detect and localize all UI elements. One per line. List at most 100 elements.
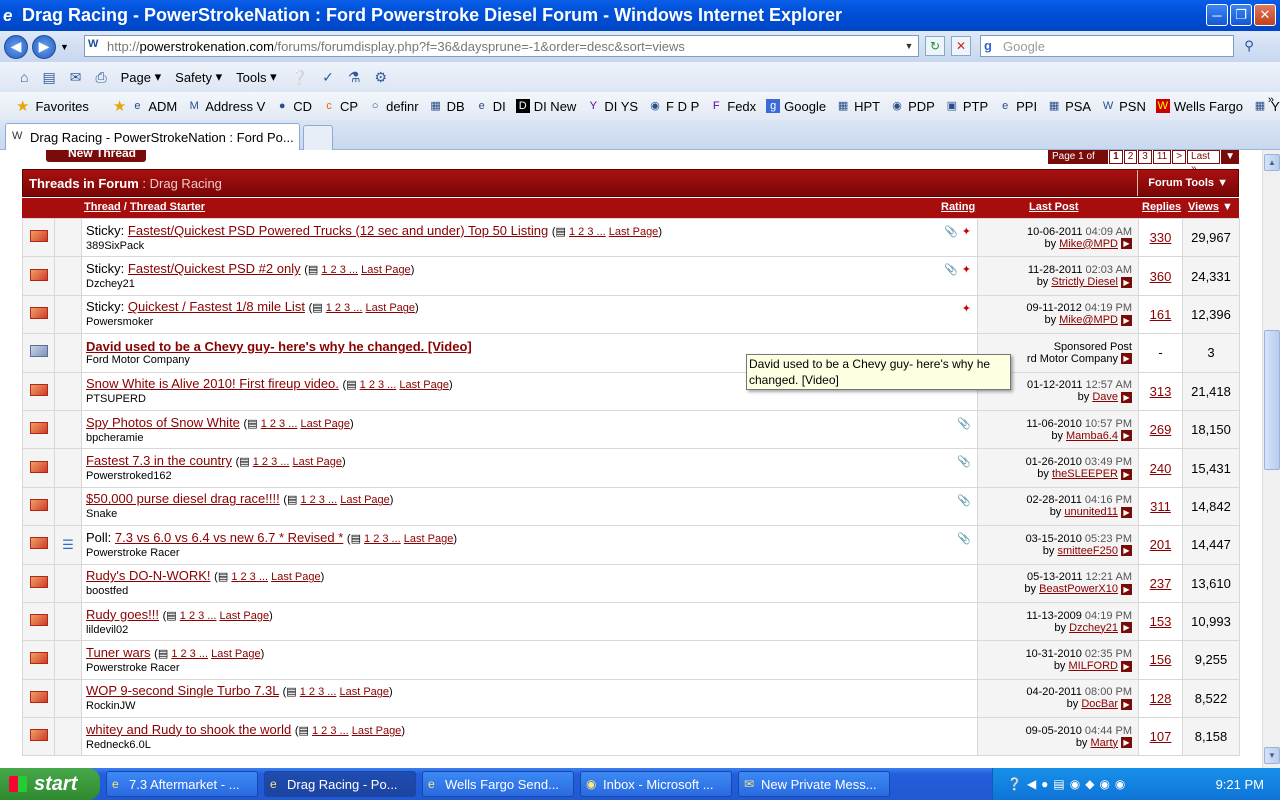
scroll-up-icon[interactable]: ▲ [1264,154,1280,171]
go-to-last-post-icon[interactable]: ▶ [1121,622,1132,634]
back-button[interactable]: ◀ [4,34,28,59]
thread-last-page-link[interactable]: Last Page [300,418,350,430]
last-post-user[interactable]: DocBar [1081,698,1118,710]
search-icon[interactable]: ⚲ [1238,36,1260,56]
favorite-link-fedx[interactable]: F Fedx [709,99,756,114]
reply-count[interactable]: 330 [1150,230,1172,245]
taskbar-item-drag-racing[interactable]: e Drag Racing - Po... [264,771,416,797]
taskbar-item-private-message[interactable]: ✉ New Private Mess... [738,771,890,797]
go-to-last-post-icon[interactable]: ▶ [1121,430,1132,442]
reply-count[interactable]: 313 [1150,384,1172,399]
thread-page-links[interactable]: 1 2 3 ... [253,456,290,468]
thread-starter[interactable]: RockinJW [86,700,977,713]
favorite-link-di-new[interactable]: D DI New [515,99,576,114]
favorite-link-yv[interactable]: ▦YV [1253,99,1280,114]
reply-count[interactable]: 240 [1150,461,1172,476]
scroll-down-icon[interactable]: ▼ [1264,747,1280,764]
page-link-11[interactable]: 11 [1152,150,1172,164]
spellcheck-icon[interactable]: ✓ [322,69,334,86]
search-input[interactable]: g Google [980,35,1234,57]
go-to-last-post-icon[interactable]: ▶ [1121,468,1132,480]
history-dropdown-icon[interactable]: ▼ [60,42,69,52]
maximize-button[interactable]: ❐ [1230,4,1252,26]
thread-last-page-link[interactable]: Last Page [404,533,454,545]
last-post-user[interactable]: BeastPowerX10 [1039,583,1118,595]
thread-page-links[interactable]: 1 2 3 ... [171,648,208,660]
last-post-user[interactable]: Mike@MPD [1059,314,1118,326]
favorite-link-adm[interactable]: e ADM [130,99,177,114]
thread-starter[interactable]: 389SixPack [86,240,977,253]
research-icon[interactable]: ⚗ [348,69,361,86]
thread-starter[interactable]: Dzchey21 [86,278,977,291]
taskbar-item-wells-fargo[interactable]: e Wells Fargo Send... [422,771,574,797]
last-post-user[interactable]: Strictly Diesel [1051,276,1118,288]
help-icon[interactable]: ❔ [291,69,308,86]
favorite-link-wells-fargo[interactable]: W Wells Fargo [1155,99,1243,114]
thread-last-page-link[interactable]: Last Page [399,379,449,391]
thread-last-page-link[interactable]: Last Page [220,610,270,622]
thread-starter[interactable]: bpcheramie [86,432,977,445]
thread-title-link[interactable]: Fastest/Quickest PSD Powered Trucks (12 … [128,223,548,238]
favorite-link-cd[interactable]: ● CD [275,99,312,114]
favorite-link-address-v[interactable]: M Address V [187,99,266,114]
thread-starter[interactable]: boostfed [86,585,977,598]
thread-starter[interactable]: lildevil02 [86,624,977,637]
thread-starter[interactable]: Snake [86,508,977,521]
thread-last-page-link[interactable]: Last Page [339,686,389,698]
thread-starter[interactable]: Powerstroke Racer [86,662,977,675]
page-last[interactable]: Last » [1187,150,1221,174]
favorite-link-ptp[interactable]: ▣ PTP [945,99,989,114]
go-to-last-post-icon[interactable]: ▶ [1121,507,1132,519]
forum-tools-menu[interactable]: Forum Tools ▼ [1137,170,1238,196]
favorites-overflow-icon[interactable]: » [1268,94,1274,106]
stop-button[interactable]: ✕ [951,36,971,56]
thread-title-link[interactable]: whitey and Rudy to shook the world [86,722,291,737]
page-link-3[interactable]: 3 [1138,150,1152,164]
thread-last-page-link[interactable]: Last Page [365,302,415,314]
thread-page-links[interactable]: 1 2 3 ... [321,264,358,276]
thread-page-links[interactable]: 1 2 3 ... [180,610,217,622]
sort-by-views[interactable]: Views [1188,201,1219,213]
favorite-link-google[interactable]: g Google [766,99,826,114]
favorite-link-psn[interactable]: W PSN [1101,99,1146,114]
go-to-last-post-icon[interactable]: ▶ [1121,583,1132,595]
pager-dropdown-icon[interactable]: ▼ [1221,150,1239,164]
thread-starter[interactable]: Powerstroked162 [86,470,977,483]
reply-count[interactable]: 201 [1150,537,1172,552]
go-to-last-post-icon[interactable]: ▶ [1121,545,1132,557]
thread-page-links[interactable]: 1 2 3 ... [312,725,349,737]
go-to-last-post-icon[interactable]: ▶ [1121,238,1132,250]
thread-last-page-link[interactable]: Last Page [609,226,659,238]
add-favorite-icon[interactable]: ★ [113,97,126,115]
thread-page-links[interactable]: 1 2 3 ... [569,226,606,238]
thread-title-link[interactable]: Spy Photos of Snow White [86,415,240,430]
go-to-last-post-icon[interactable]: ▶ [1121,391,1132,403]
thread-last-page-link[interactable]: Last Page [361,264,411,276]
page-link-2[interactable]: 2 [1123,150,1138,164]
go-to-last-post-icon[interactable]: ▶ [1121,276,1132,288]
go-to-last-post-icon[interactable]: ▶ [1121,660,1132,672]
mail-icon[interactable]: ✉ [70,69,82,86]
address-dropdown-icon[interactable]: ▼ [902,38,916,54]
page-menu[interactable]: Page ▾ [121,69,162,85]
thread-title-link[interactable]: Quickest / Fastest 1/8 mile List [128,299,305,314]
favorite-link-di-ys[interactable]: Y DI YS [586,99,638,114]
last-post-user[interactable]: Mamba6.4 [1066,430,1118,442]
last-post-user[interactable]: Dave [1092,391,1118,403]
thread-page-links[interactable]: 1 2 3 ... [326,302,363,314]
thread-last-page-link[interactable]: Last Page [340,494,390,506]
taskbar-item-inbox[interactable]: ◉ Inbox - Microsoft ... [580,771,732,797]
thread-title-link[interactable]: Tuner wars [86,645,151,660]
refresh-button[interactable]: ↻ [925,36,945,56]
go-to-last-post-icon[interactable]: ▶ [1121,737,1132,749]
thread-title-link[interactable]: Fastest/Quickest PSD #2 only [128,261,301,276]
thread-last-page-link[interactable]: Last Page [293,456,343,468]
new-tab-button[interactable] [303,125,333,150]
tab-drag-racing[interactable]: W Drag Racing - PowerStrokeNation : Ford… [5,123,300,150]
thread-title-link[interactable]: Rudy's DO-N-WORK! [86,568,211,583]
go-to-last-post-icon[interactable]: ▶ [1121,353,1132,365]
thread-title-link[interactable]: WOP 9-second Single Turbo 7.3L [86,683,279,698]
page-link-1[interactable]: 1 [1109,150,1123,164]
reply-count[interactable]: 128 [1150,691,1172,706]
sort-by-last-post[interactable]: Last Post [1029,201,1079,213]
